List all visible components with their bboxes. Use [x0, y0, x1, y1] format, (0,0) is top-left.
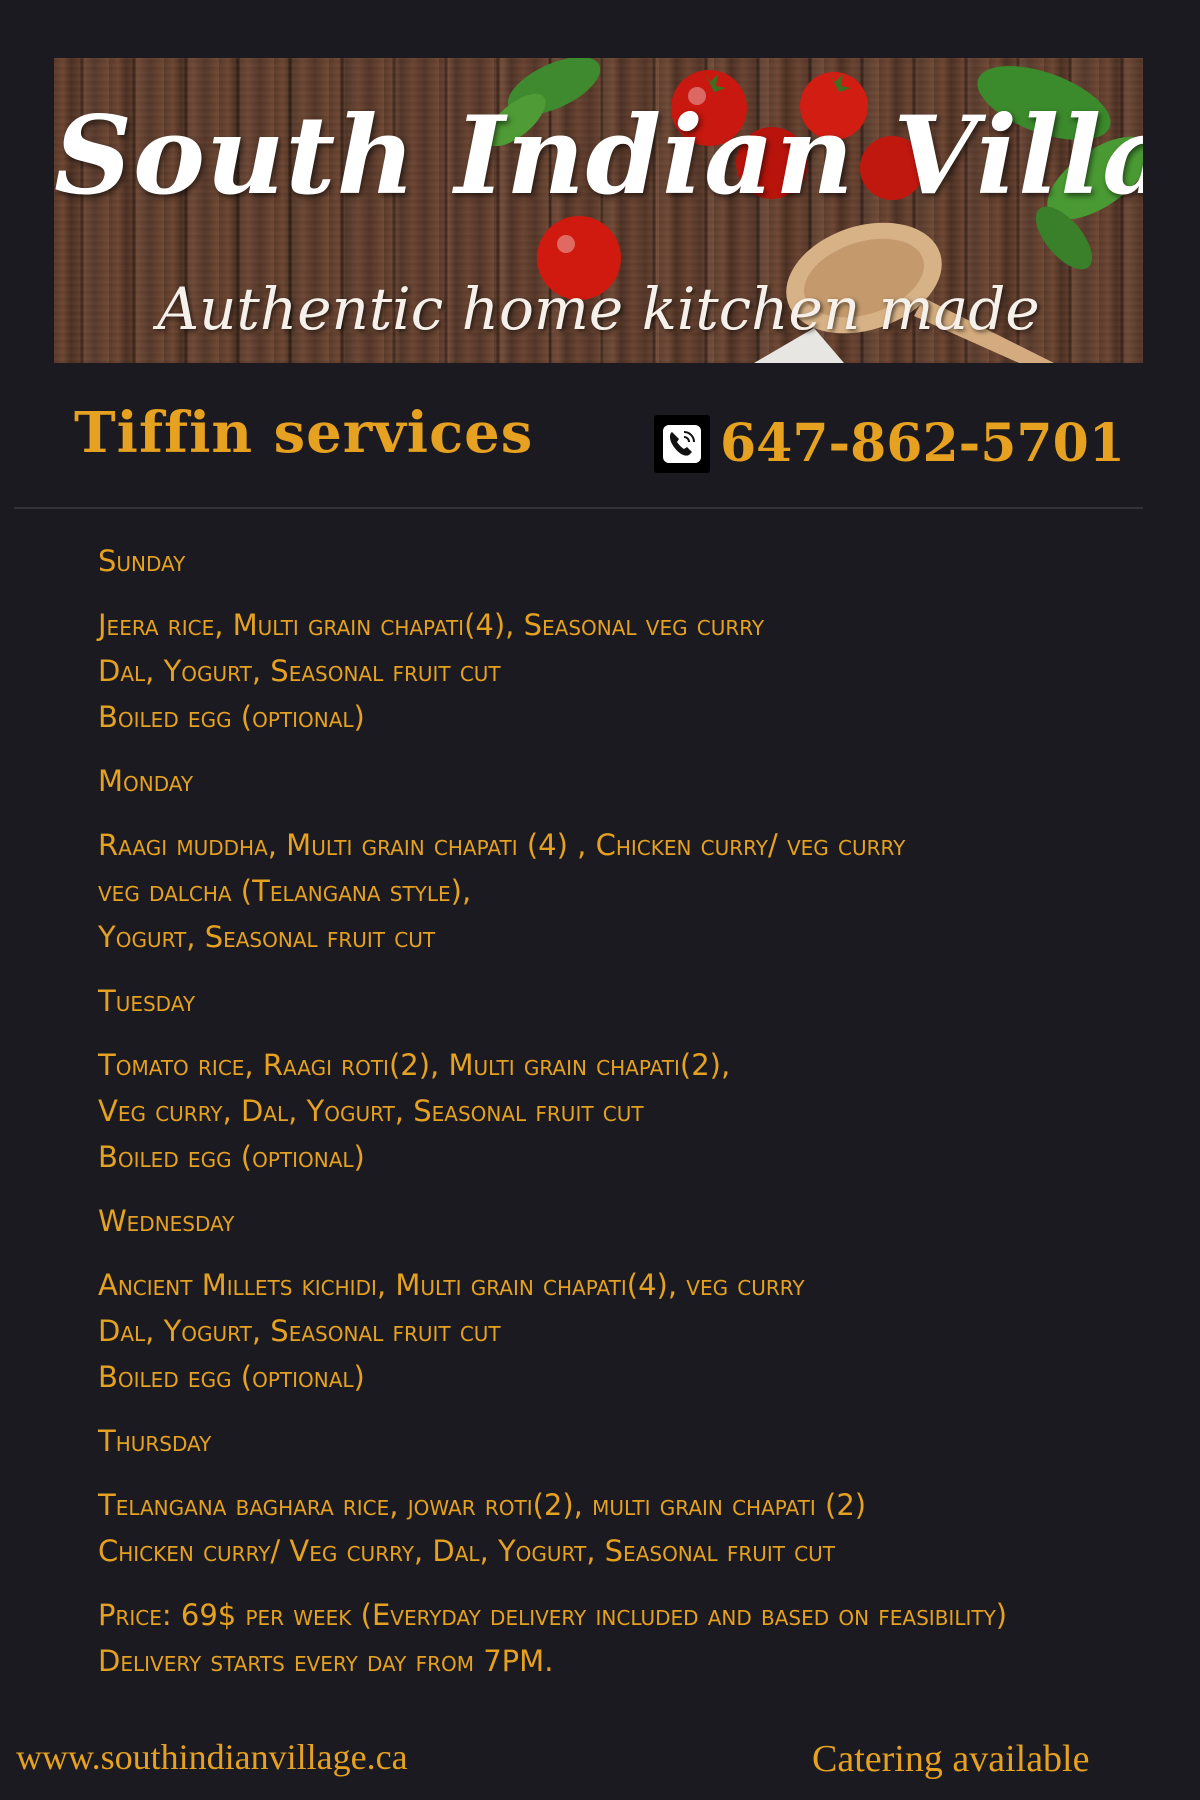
website-link[interactable]: www.southindianvillage.ca: [16, 1736, 408, 1778]
weekly-menu: Sunday Jeera rice, Multi grain chapati(4…: [98, 538, 1158, 1684]
menu-line: Ancient Millets kichidi, Multi grain cha…: [98, 1268, 805, 1302]
day-name: Sunday: [98, 544, 186, 578]
day-name: Wednesday: [98, 1204, 235, 1238]
menu-line: Tomato rice, Raagi roti(2), Multi grain …: [98, 1048, 731, 1082]
phone-icon: [654, 415, 710, 473]
day-items: Tomato rice, Raagi roti(2), Multi grain …: [98, 1042, 1158, 1180]
menu-line: Veg curry, Dal, Yogurt, Seasonal fruit c…: [98, 1094, 644, 1128]
menu-day-monday: Monday Raagi muddha, Multi grain chapati…: [98, 758, 1158, 960]
day-items: Ancient Millets kichidi, Multi grain cha…: [98, 1262, 1158, 1400]
menu-day-thursday: Thursday Telangana baghara rice, jowar r…: [98, 1418, 1158, 1574]
service-title: Tiffin services: [74, 400, 534, 466]
day-items: Raagi muddha, Multi grain chapati (4) , …: [98, 822, 1158, 960]
menu-line: Jeera rice, Multi grain chapati(4), Seas…: [98, 608, 765, 642]
menu-line: Dal, Yogurt, Seasonal fruit cut: [98, 1314, 501, 1348]
tomato-highlight: [557, 235, 575, 253]
header-banner: South Indian Village Authentic home kitc…: [54, 58, 1143, 363]
menu-line: Boiled egg (optional): [98, 1360, 365, 1394]
delivery-line: Delivery starts every day from 7PM.: [98, 1644, 554, 1678]
pricing-info: Price: 69$ per week (Everyday delivery i…: [98, 1592, 1158, 1684]
day-items: Jeera rice, Multi grain chapati(4), Seas…: [98, 602, 1158, 740]
menu-day-wednesday: Wednesday Ancient Millets kichidi, Multi…: [98, 1198, 1158, 1400]
menu-day-sunday: Sunday Jeera rice, Multi grain chapati(4…: [98, 538, 1158, 740]
phone-contact[interactable]: 647-862-5701: [654, 415, 1125, 473]
menu-line: Chicken curry/ Veg curry, Dal, Yogurt, S…: [98, 1534, 836, 1568]
menu-line: Boiled egg (optional): [98, 700, 365, 734]
menu-line: Dal, Yogurt, Seasonal fruit cut: [98, 654, 501, 688]
price-line: Price: 69$ per week (Everyday delivery i…: [98, 1598, 1008, 1632]
phone-number[interactable]: 647-862-5701: [720, 418, 1125, 470]
menu-line: Raagi muddha, Multi grain chapati (4) , …: [98, 828, 906, 862]
day-name: Thursday: [98, 1424, 212, 1458]
day-name: Tuesday: [98, 984, 196, 1018]
day-name: Monday: [98, 764, 194, 798]
catering-note: Catering available: [812, 1738, 1090, 1780]
day-items: Telangana baghara rice, jowar roti(2), m…: [98, 1482, 1158, 1574]
menu-line: Boiled egg (optional): [98, 1140, 365, 1174]
section-divider: [14, 507, 1143, 509]
brand-tagline: Authentic home kitchen made: [157, 275, 1040, 343]
menu-line: veg dalcha (Telangana style),: [98, 874, 472, 908]
brand-title: South Indian Village: [54, 93, 1143, 219]
menu-line: Telangana baghara rice, jowar roti(2), m…: [98, 1488, 867, 1522]
menu-line: Yogurt, Seasonal fruit cut: [98, 920, 436, 954]
menu-day-tuesday: Tuesday Tomato rice, Raagi roti(2), Mult…: [98, 978, 1158, 1180]
